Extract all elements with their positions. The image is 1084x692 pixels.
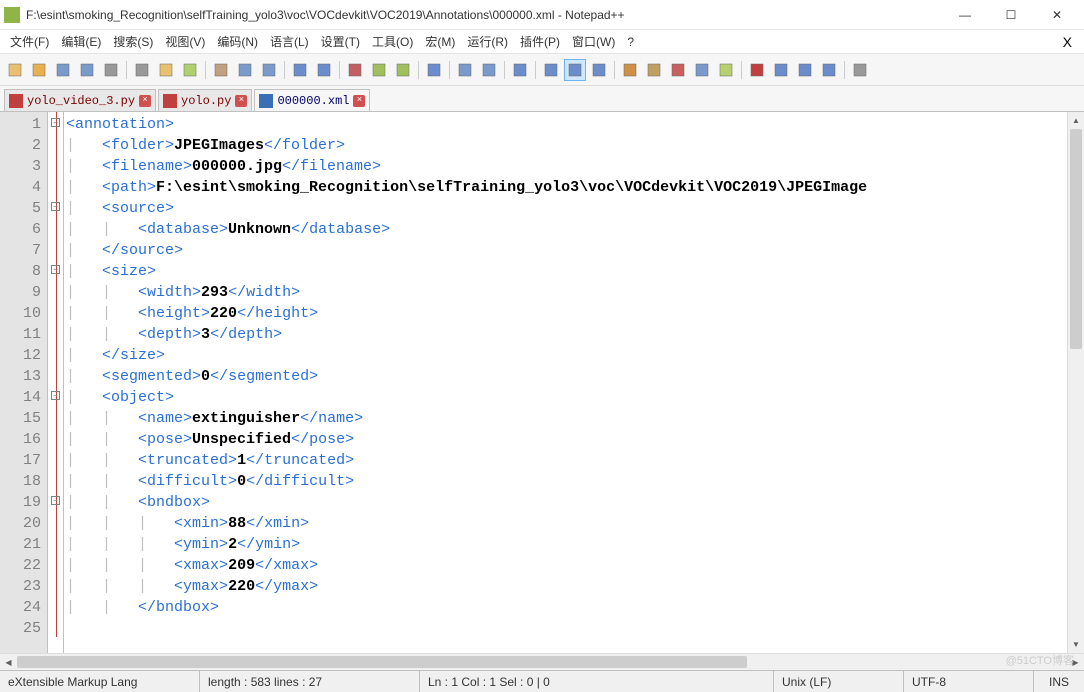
sync-h-icon[interactable]: [478, 59, 500, 81]
scroll-thumb-h[interactable]: [17, 656, 747, 668]
print-icon[interactable]: [155, 59, 177, 81]
status-language: eXtensible Markup Lang: [0, 671, 200, 692]
toolbar: [0, 54, 1084, 86]
tab-yolo.py[interactable]: yolo.py ×: [158, 89, 252, 111]
indent-guide-icon[interactable]: [564, 59, 586, 81]
tab-close-icon[interactable]: ×: [235, 95, 247, 107]
tab-label: 000000.xml: [277, 94, 349, 108]
stop-macro-icon[interactable]: [770, 59, 792, 81]
title-bar: F:\esint\smoking_Recognition\selfTrainin…: [0, 0, 1084, 30]
app-icon: [4, 7, 20, 23]
tab-yolo_video_3.py[interactable]: yolo_video_3.py ×: [4, 89, 156, 111]
close-icon[interactable]: [100, 59, 122, 81]
fold-all-icon[interactable]: [643, 59, 665, 81]
undo-icon[interactable]: [289, 59, 311, 81]
doc-map-icon[interactable]: [691, 59, 713, 81]
menu-item-7[interactable]: 工具(O): [366, 31, 419, 52]
horizontal-scrollbar[interactable]: ◀ ▶: [0, 653, 1084, 670]
menu-item-5[interactable]: 语言(L): [264, 31, 315, 52]
fold-column[interactable]: −−−−−: [48, 112, 64, 653]
close-all-icon[interactable]: [131, 59, 153, 81]
menu-item-1[interactable]: 编辑(E): [55, 31, 107, 52]
minimize-button[interactable]: —: [942, 0, 988, 30]
window-title: F:\esint\smoking_Recognition\selfTrainin…: [26, 8, 942, 22]
menu-item-0[interactable]: 文件(F): [4, 31, 55, 52]
scroll-right-button[interactable]: ▶: [1067, 654, 1084, 670]
line-number-gutter: 1234567891011121314151617181920212223242…: [0, 112, 48, 653]
status-eol: Unix (LF): [774, 671, 904, 692]
user-lang-icon[interactable]: [619, 59, 641, 81]
redo-icon[interactable]: [313, 59, 335, 81]
status-position: Ln : 1 Col : 1 Sel : 0 | 0: [420, 671, 774, 692]
vertical-scrollbar[interactable]: ▲ ▼: [1067, 112, 1084, 653]
menu-item-10[interactable]: 插件(P): [514, 31, 566, 52]
menu-item-4[interactable]: 编码(N): [211, 31, 264, 52]
menu-item-3[interactable]: 视图(V): [159, 31, 211, 52]
tab-status-icon: [163, 94, 177, 108]
tab-label: yolo.py: [181, 94, 231, 108]
menu-close-x[interactable]: X: [1055, 32, 1080, 52]
maximize-button[interactable]: ☐: [988, 0, 1034, 30]
tab-label: yolo_video_3.py: [27, 94, 135, 108]
sync-v-icon[interactable]: [454, 59, 476, 81]
menu-bar: 文件(F)编辑(E)搜索(S)视图(V)编码(N)语言(L)设置(T)工具(O)…: [0, 30, 1084, 54]
find-icon[interactable]: [344, 59, 366, 81]
monitoring-icon[interactable]: [849, 59, 871, 81]
play-multi-icon[interactable]: [818, 59, 840, 81]
scroll-down-button[interactable]: ▼: [1068, 636, 1084, 653]
copy-icon[interactable]: [234, 59, 256, 81]
code-content[interactable]: <annotation>| <folder>JPEGImages</folder…: [64, 112, 1067, 653]
tab-close-icon[interactable]: ×: [353, 95, 365, 107]
cut-icon[interactable]: [210, 59, 232, 81]
editor-area: 1234567891011121314151617181920212223242…: [0, 112, 1084, 653]
status-bar: eXtensible Markup Lang length : 583 line…: [0, 670, 1084, 692]
paste-icon[interactable]: [258, 59, 280, 81]
menu-item-8[interactable]: 宏(M): [419, 31, 461, 52]
tab-close-icon[interactable]: ×: [139, 95, 151, 107]
tab-bar: yolo_video_3.py × yolo.py × 000000.xml ×: [0, 86, 1084, 112]
tab-000000.xml[interactable]: 000000.xml ×: [254, 89, 370, 111]
scroll-thumb-v[interactable]: [1070, 129, 1082, 349]
tab-status-icon: [9, 94, 23, 108]
find-in-files-icon[interactable]: [392, 59, 414, 81]
status-encoding: UTF-8: [904, 671, 1034, 692]
show-all-chars-icon[interactable]: [540, 59, 562, 81]
menu-item-11[interactable]: 窗口(W): [566, 31, 621, 52]
zoom-icon[interactable]: [423, 59, 445, 81]
replace-icon[interactable]: [368, 59, 390, 81]
word-wrap-icon[interactable]: [509, 59, 531, 81]
tab-status-icon: [259, 94, 273, 108]
close-button[interactable]: ✕: [1034, 0, 1080, 30]
menu-item-2[interactable]: 搜索(S): [107, 31, 159, 52]
record-macro-icon[interactable]: [746, 59, 768, 81]
function-list-icon[interactable]: [715, 59, 737, 81]
menu-item-12[interactable]: ?: [621, 33, 640, 51]
status-insert-mode: INS: [1034, 671, 1084, 692]
scroll-up-button[interactable]: ▲: [1068, 112, 1084, 129]
open-file-icon[interactable]: [28, 59, 50, 81]
menu-item-6[interactable]: 设置(T): [315, 31, 366, 52]
print-now-icon[interactable]: [179, 59, 201, 81]
highlight-icon[interactable]: [588, 59, 610, 81]
save-all-icon[interactable]: [76, 59, 98, 81]
play-macro-icon[interactable]: [794, 59, 816, 81]
menu-item-9[interactable]: 运行(R): [461, 31, 514, 52]
save-icon[interactable]: [52, 59, 74, 81]
unfold-all-icon[interactable]: [667, 59, 689, 81]
status-length: length : 583 lines : 27: [200, 671, 420, 692]
scroll-left-button[interactable]: ◀: [0, 654, 17, 670]
new-file-icon[interactable]: [4, 59, 26, 81]
